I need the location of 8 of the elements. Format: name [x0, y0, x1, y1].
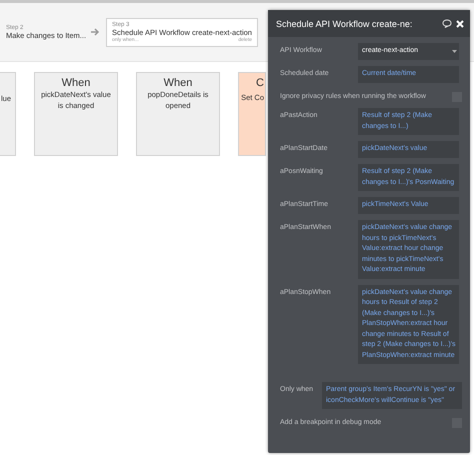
- close-icon[interactable]: [456, 20, 464, 28]
- comment-icon[interactable]: [442, 19, 452, 28]
- caret-icon: [452, 50, 457, 53]
- card-title: C: [256, 77, 264, 89]
- card-title: When: [62, 77, 90, 89]
- card-title: When: [164, 77, 192, 89]
- panel-title: Schedule API Workflow create-ne:: [276, 18, 414, 28]
- arrow-icon: [91, 28, 102, 36]
